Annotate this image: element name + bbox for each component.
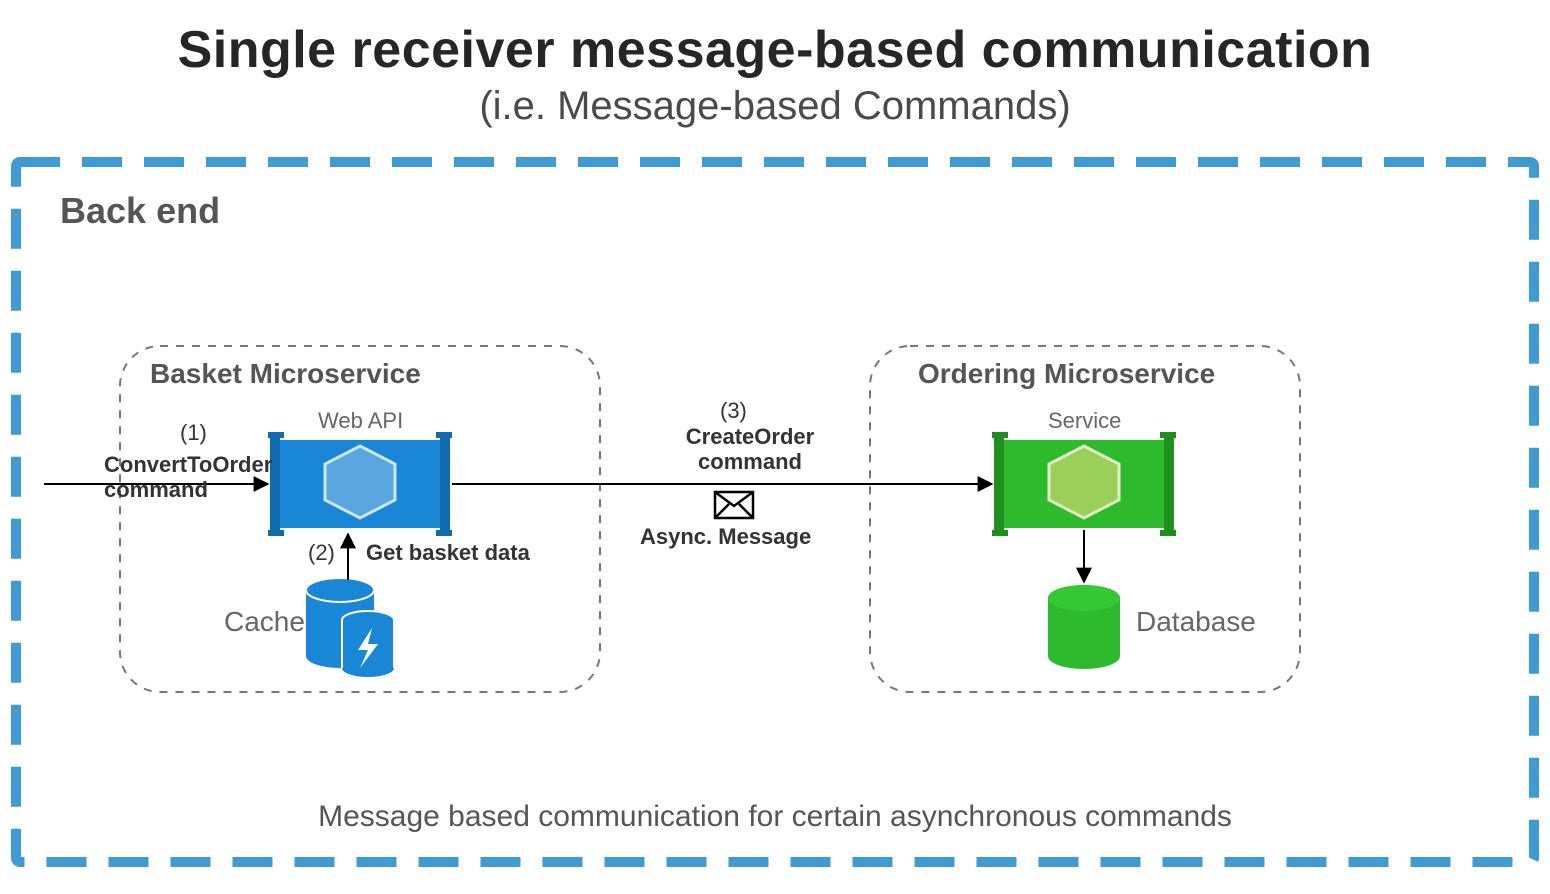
database-label: Database [1136, 606, 1256, 638]
web-api-label: Web API [318, 408, 403, 434]
step-1-number: (1) [180, 420, 207, 446]
basket-title: Basket Microservice [150, 358, 421, 390]
envelope-icon [715, 492, 753, 518]
web-api-container-icon [268, 432, 452, 536]
backend-boundary [16, 162, 1534, 862]
step-2-number: (2) [308, 540, 335, 566]
backend-label: Back end [60, 190, 220, 232]
service-container-icon [992, 432, 1176, 536]
step-2-text: Get basket data [366, 540, 530, 565]
step-3-async: Async. Message [640, 524, 811, 549]
cache-icon [306, 578, 394, 677]
step-3-text: CreateOrdercommand [670, 424, 830, 475]
step-1-text: ConvertToOrdercommand [104, 452, 272, 503]
step-3-number: (3) [720, 398, 747, 424]
ordering-title: Ordering Microservice [918, 358, 1215, 390]
service-label: Service [1048, 408, 1121, 434]
database-icon [1048, 585, 1120, 669]
cache-label: Cache [224, 606, 305, 638]
footer-caption: Message based communication for certain … [0, 800, 1550, 834]
